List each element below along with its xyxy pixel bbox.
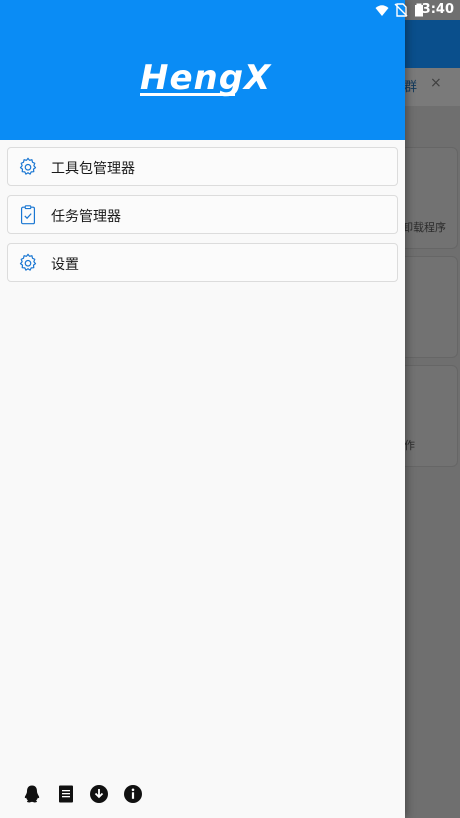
app-logo: HengX [140, 58, 271, 98]
drawer-header: HengX [0, 0, 405, 140]
qq-icon[interactable] [22, 784, 42, 804]
gear-icon [19, 253, 37, 271]
logo-underline [140, 93, 235, 96]
background-card-text: 作 [404, 439, 415, 452]
menu-item-toolkit-manager[interactable]: 工具包管理器 [7, 147, 398, 186]
background-tab-close-icon: × [430, 75, 442, 91]
info-icon[interactable] [123, 784, 143, 804]
gear-icon [19, 157, 37, 175]
menu-item-task-manager[interactable]: 任务管理器 [7, 195, 398, 234]
menu-item-label: 工具包管理器 [51, 161, 135, 177]
wifi-icon [375, 5, 389, 16]
status-bar: 3:40 [0, 0, 460, 20]
menu-item-label: 任务管理器 [51, 209, 121, 225]
menu-item-settings[interactable]: 设置 [7, 243, 398, 282]
clock-time: 3:40 [421, 2, 454, 17]
document-icon[interactable] [56, 784, 76, 804]
download-icon[interactable] [89, 784, 109, 804]
no-sim-icon [394, 3, 408, 17]
background-card-text: 卸载程序 [402, 221, 446, 234]
app-logo-text: HengX [140, 58, 272, 98]
clipboard-check-icon [20, 205, 36, 225]
menu-item-label: 设置 [51, 257, 79, 273]
navigation-drawer: HengX 工具包管理器 任务管理器 设置 [0, 0, 405, 818]
background-tab-label: 群 [404, 80, 418, 95]
